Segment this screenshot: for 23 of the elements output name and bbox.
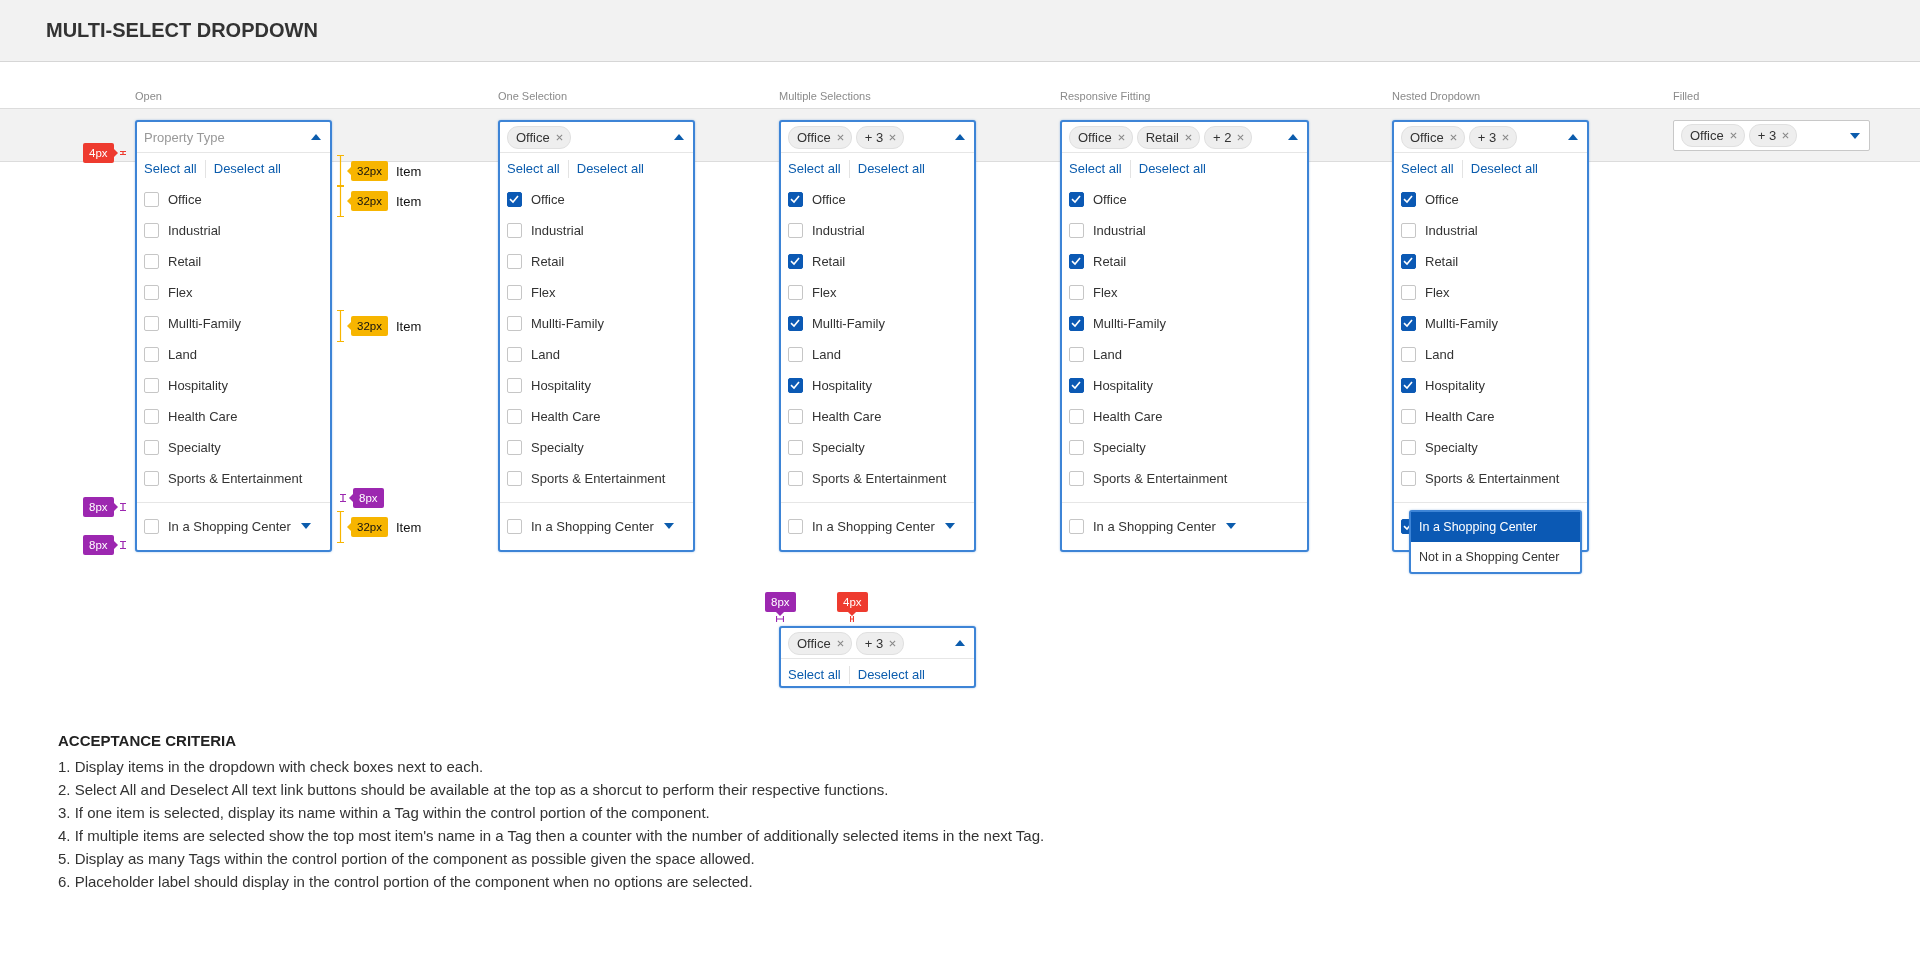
criteria-item: 6. Placeholder label should display in the control portion of the component when no options are selected. [58, 872, 754, 892]
column-caption: Nested Dropdown [1392, 89, 1481, 103]
criteria-item: 5. Display as many Tags within the control portion of the component as possible given the space allowed. [58, 849, 756, 869]
criteria-item: 4. If multiple items are selected show the top most item's name in a Tag then a counter with the number of additionally selected items in the next Tag. [58, 826, 1046, 846]
option-label: In a Shopping Center [812, 518, 935, 534]
option-label: In a Shopping Center [168, 518, 291, 534]
option-label: In a Shopping Center [1093, 518, 1216, 534]
criteria-item: 1. Display items in the dropdown with check boxes next to each. [58, 757, 485, 777]
column-caption: Multiple Selections [779, 89, 871, 103]
option-label: In a Shopping Center [531, 518, 654, 534]
column-caption: Responsive Fitting [1060, 89, 1151, 103]
spec-note: Item [395, 318, 422, 334]
placeholder-text: Property Type [144, 129, 225, 145]
column-caption: Filled [1673, 89, 1700, 103]
spec-note: Item [395, 519, 422, 535]
spec-note: Item [395, 163, 422, 179]
criteria-item: 3. If one item is selected, display its name within a Tag within the control portion of the component. [58, 803, 711, 823]
criteria-item: 2. Select All and Deselect All text link buttons should be available at the top as a shorcut to perform their respective functions. [58, 780, 890, 800]
spec-note: Item [395, 193, 422, 209]
section-heading: ACCEPTANCE CRITERIA [58, 732, 238, 749]
column-caption: Open [135, 89, 162, 103]
page-title: MULTI-SELECT DROPDOWN [46, 19, 318, 42]
column-caption: One Selection [498, 89, 568, 103]
